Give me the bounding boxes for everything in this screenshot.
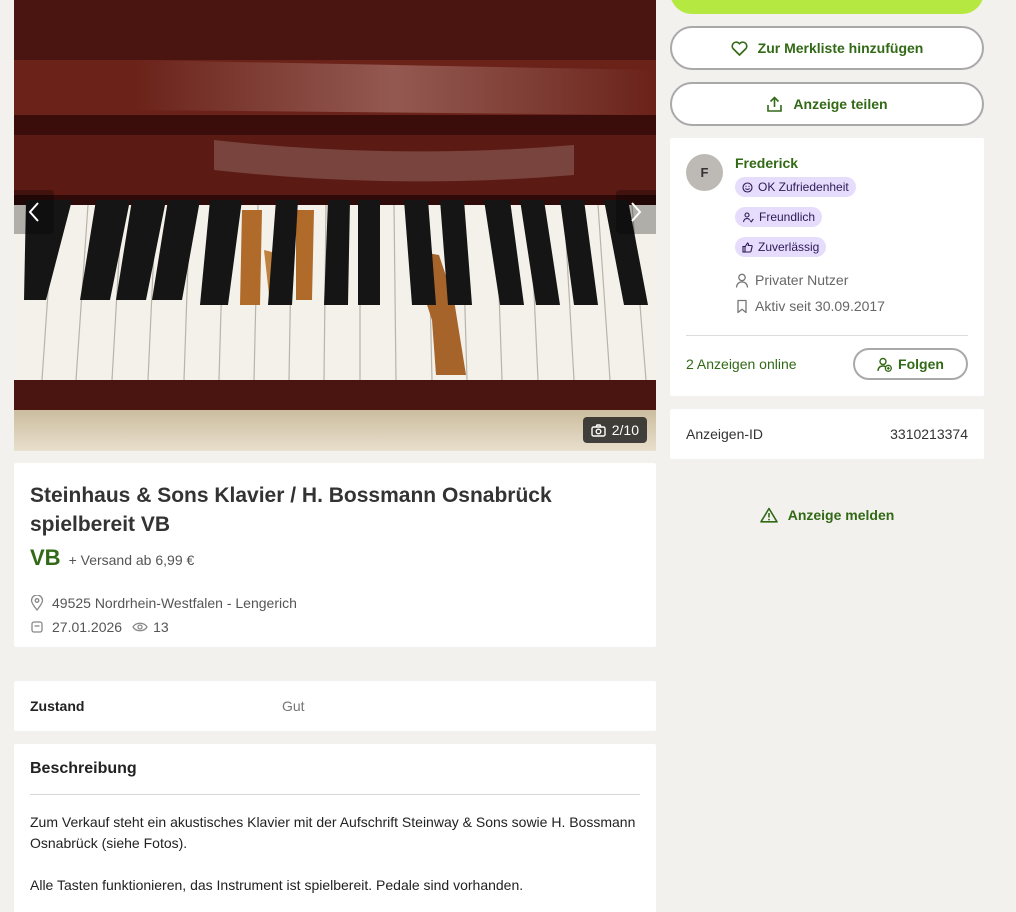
heart-icon	[731, 40, 748, 56]
smiley-icon	[742, 181, 753, 193]
eye-icon	[132, 622, 148, 632]
seller-avatar[interactable]: F	[686, 154, 723, 191]
previous-image-button[interactable]	[14, 190, 54, 234]
details-card: Zustand Gut	[14, 681, 656, 731]
seller-divider	[686, 335, 968, 336]
chevron-left-icon	[28, 202, 39, 222]
badge-friendly: Freundlich	[735, 207, 823, 227]
badge-satisfaction: OK Zufriedenheit	[735, 177, 856, 197]
image-counter: 2/10	[582, 417, 647, 443]
image-gallery[interactable]: 2/10	[14, 0, 656, 451]
price: VB	[30, 545, 61, 570]
user-plus-icon	[877, 357, 892, 372]
handshake-icon	[742, 211, 754, 223]
seller-since-row: Aktiv seit 30.09.2017	[735, 293, 885, 319]
date-text: 27.01.2026	[52, 619, 123, 635]
badge-friendly-label: Freundlich	[759, 210, 816, 224]
ad-id-value: 3310213374	[890, 426, 968, 442]
seller-type: Privater Nutzer	[755, 272, 849, 288]
report-label: Anzeige melden	[787, 507, 895, 523]
seller-type-row: Privater Nutzer	[735, 267, 885, 293]
description-paragraph: Zum Verkauf steht ein akustisches Klavie…	[30, 814, 636, 851]
follow-button[interactable]: Folgen	[853, 348, 968, 380]
calendar-icon	[31, 621, 43, 633]
seller-header: F Frederick OK Zufriedenheit Freundlich …	[686, 154, 968, 319]
description-title: Beschreibung	[30, 760, 640, 795]
badge-satisfaction-label: OK Zufriedenheit	[758, 180, 849, 194]
follow-label: Folgen	[898, 356, 944, 372]
description-card: Beschreibung Zum Verkauf steht ein akust…	[14, 744, 656, 912]
next-image-button[interactable]	[616, 190, 656, 234]
seller-badges: OK Zufriedenheit Freundlich Zuverlässig	[735, 177, 885, 257]
listing-meta: 49525 Nordrhein-Westfalen - Lengerich 27…	[30, 591, 640, 639]
warning-icon	[759, 507, 778, 523]
chevron-right-icon	[631, 202, 642, 222]
camera-icon	[591, 423, 606, 437]
seller-name-link[interactable]: Frederick	[735, 155, 885, 171]
user-icon	[735, 273, 749, 288]
ad-id-card: Anzeigen-ID 3310213374	[670, 409, 984, 459]
location-text: 49525 Nordrhein-Westfalen - Lengerich	[52, 595, 297, 611]
share-icon	[767, 95, 783, 112]
share-listing-button[interactable]: Anzeige teilen	[670, 82, 984, 126]
listing-title: Steinhaus & Sons Klavier / H. Bossmann O…	[30, 484, 552, 536]
image-counter-text: 2/10	[611, 422, 639, 438]
shipping-info: + Versand ab 6,99 €	[68, 552, 195, 568]
ad-id-label: Anzeigen-ID	[686, 426, 764, 442]
listing-header-card: Steinhaus & Sons Klavier / H. Bossmann O…	[14, 463, 656, 647]
watchlist-label: Zur Merkliste hinzufügen	[757, 40, 924, 56]
seller-card: F Frederick OK Zufriedenheit Freundlich …	[670, 138, 984, 396]
seller-info: Frederick OK Zufriedenheit Freundlich Zu…	[735, 154, 885, 319]
views-count: 13	[153, 619, 169, 635]
report-listing-link[interactable]: Anzeige melden	[670, 503, 984, 527]
share-label: Anzeige teilen	[793, 96, 888, 112]
seller-footer: 2 Anzeigen online Folgen	[686, 348, 968, 380]
seller-meta: Privater Nutzer Aktiv seit 30.09.2017	[735, 267, 885, 319]
price-row: VB + Versand ab 6,99 €	[30, 545, 640, 571]
badge-reliable: Zuverlässig	[735, 237, 827, 257]
condition-value: Gut	[282, 698, 305, 714]
piano-photo	[14, 0, 656, 451]
bookmark-icon	[737, 299, 747, 313]
badge-reliable-label: Zuverlässig	[758, 240, 820, 254]
thumbs-up-icon	[742, 241, 753, 253]
location-row: 49525 Nordrhein-Westfalen - Lengerich	[30, 591, 640, 615]
condition-label: Zustand	[30, 698, 85, 714]
contact-button[interactable]	[670, 0, 984, 14]
seller-since: Aktiv seit 30.09.2017	[755, 298, 885, 314]
description-paragraph: Alle Tasten funktionieren, das Instrumen…	[30, 877, 524, 893]
location-pin-icon	[30, 595, 44, 611]
seller-ads-link[interactable]: 2 Anzeigen online	[686, 356, 797, 372]
description-text: Zum Verkauf steht ein akustisches Klavie…	[30, 812, 640, 896]
add-to-watchlist-button[interactable]: Zur Merkliste hinzufügen	[670, 26, 984, 70]
date-row: 27.01.2026 13	[30, 615, 640, 639]
